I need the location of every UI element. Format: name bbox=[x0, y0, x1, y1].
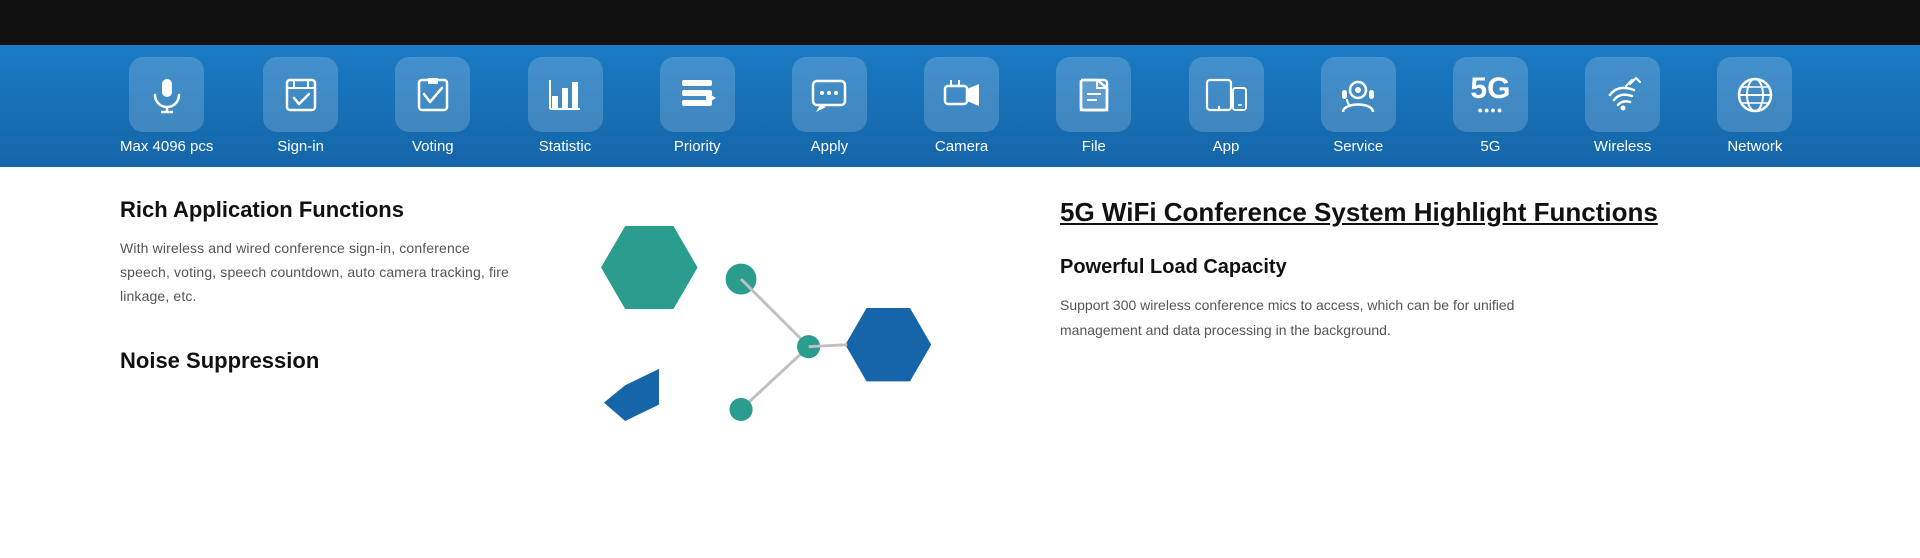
max4096-label: Max 4096 pcs bbox=[120, 138, 213, 155]
network-label: Network bbox=[1727, 138, 1782, 155]
toolbar-item-signin[interactable]: Sign-in bbox=[256, 57, 346, 155]
network-icon bbox=[1717, 57, 1792, 132]
priority-icon bbox=[660, 57, 735, 132]
service-icon bbox=[1321, 57, 1396, 132]
left-section: Rich Application Functions With wireless… bbox=[120, 197, 540, 477]
content-area: Rich Application Functions With wireless… bbox=[0, 167, 1920, 477]
middle-graphic bbox=[540, 197, 1000, 477]
toolbar-item-file[interactable]: File bbox=[1049, 57, 1139, 155]
service-label: Service bbox=[1333, 138, 1383, 155]
file-icon bbox=[1056, 57, 1131, 132]
load-capacity-text: Support 300 wireless conference mics to … bbox=[1060, 293, 1580, 343]
statistic-icon bbox=[528, 57, 603, 132]
file-label: File bbox=[1082, 138, 1106, 155]
top-black-bar bbox=[0, 0, 1920, 45]
apply-icon bbox=[792, 57, 867, 132]
5g-label: 5G bbox=[1480, 138, 1500, 155]
signin-icon bbox=[263, 57, 338, 132]
app-label: App bbox=[1213, 138, 1240, 155]
priority-label: Priority bbox=[674, 138, 721, 155]
toolbar-item-apply[interactable]: Apply bbox=[784, 57, 874, 155]
toolbar-item-voting[interactable]: Voting bbox=[388, 57, 478, 155]
app-icon bbox=[1189, 57, 1264, 132]
microphone-icon bbox=[129, 57, 204, 132]
right-section: 5G WiFi Conference System Highlight Func… bbox=[1000, 197, 1800, 477]
wireless-icon bbox=[1585, 57, 1660, 132]
highlight-title: 5G WiFi Conference System Highlight Func… bbox=[1060, 197, 1800, 228]
rich-app-text: With wireless and wired conference sign-… bbox=[120, 237, 520, 308]
toolbar-item-network[interactable]: Network bbox=[1710, 57, 1800, 155]
toolbar-item-statistic[interactable]: Statistic bbox=[520, 57, 610, 155]
5g-icon: 5G ●●●● bbox=[1453, 57, 1528, 132]
signin-label: Sign-in bbox=[277, 138, 324, 155]
toolbar-item-app[interactable]: App bbox=[1181, 57, 1271, 155]
icon-toolbar: Max 4096 pcs Sign-in Voting bbox=[0, 45, 1920, 167]
statistic-label: Statistic bbox=[539, 138, 592, 155]
toolbar-item-max4096[interactable]: Max 4096 pcs bbox=[120, 57, 213, 155]
graphic-svg bbox=[540, 197, 1000, 477]
toolbar-item-priority[interactable]: Priority bbox=[652, 57, 742, 155]
toolbar-item-5g[interactable]: 5G ●●●● 5G bbox=[1445, 57, 1535, 155]
voting-icon bbox=[395, 57, 470, 132]
camera-icon bbox=[924, 57, 999, 132]
load-capacity-title: Powerful Load Capacity bbox=[1060, 256, 1800, 279]
toolbar-item-service[interactable]: Service bbox=[1313, 57, 1403, 155]
camera-label: Camera bbox=[935, 138, 988, 155]
toolbar-item-wireless[interactable]: Wireless bbox=[1578, 57, 1668, 155]
toolbar-item-camera[interactable]: Camera bbox=[917, 57, 1007, 155]
voting-label: Voting bbox=[412, 138, 454, 155]
rich-app-title: Rich Application Functions bbox=[120, 197, 520, 223]
apply-label: Apply bbox=[811, 138, 849, 155]
noise-suppression-title: Noise Suppression bbox=[120, 348, 520, 374]
wireless-label: Wireless bbox=[1594, 138, 1652, 155]
